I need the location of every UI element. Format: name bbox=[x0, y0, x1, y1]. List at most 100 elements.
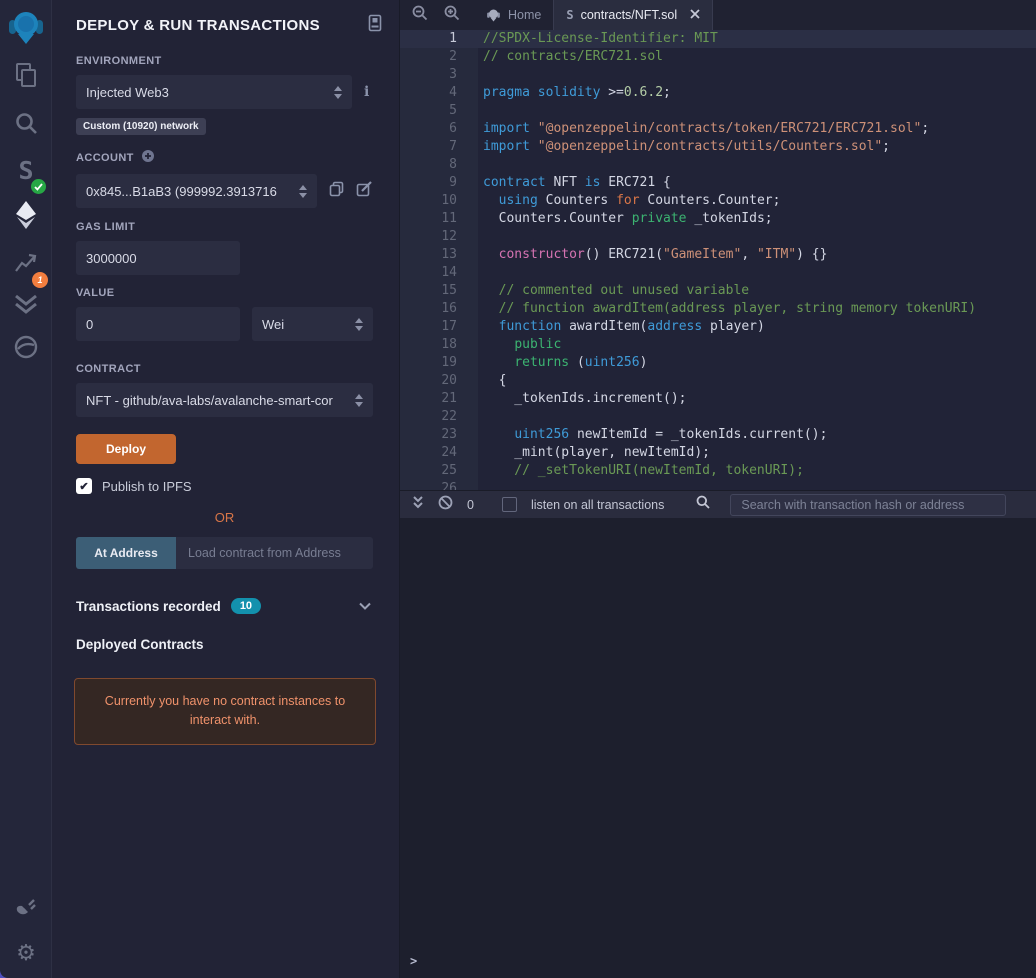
code-line[interactable]: 18 public bbox=[400, 336, 1036, 354]
code-line[interactable]: 8 bbox=[400, 156, 1036, 174]
solidity-compiler-icon[interactable]: S bbox=[0, 150, 52, 194]
line-number: 11 bbox=[400, 210, 478, 228]
line-number: 22 bbox=[400, 408, 478, 426]
contract-label: CONTRACT bbox=[76, 363, 141, 375]
code-line[interactable]: 22 bbox=[400, 408, 1036, 426]
code-line[interactable]: 24 _mint(player, newItemId); bbox=[400, 444, 1036, 462]
code-line[interactable]: 20 { bbox=[400, 372, 1036, 390]
collapse-terminal-icon[interactable] bbox=[412, 495, 424, 514]
deployed-contracts-label: Deployed Contracts bbox=[76, 637, 204, 652]
create-account-plus-icon[interactable] bbox=[141, 149, 155, 166]
value-input[interactable] bbox=[76, 307, 240, 341]
edit-account-icon[interactable] bbox=[356, 180, 373, 202]
code-line[interactable]: 7 import "@openzeppelin/contracts/utils/C… bbox=[400, 138, 1036, 156]
code-line[interactable]: 1 //SPDX-License-Identifier: MIT bbox=[400, 30, 1036, 48]
account-label: ACCOUNT bbox=[76, 151, 134, 164]
line-number: 20 bbox=[400, 372, 478, 390]
plugin-analytics-icon[interactable]: 1 bbox=[0, 244, 52, 288]
code-line[interactable]: 6 import "@openzeppelin/contracts/token/E… bbox=[400, 120, 1036, 138]
line-number: 15 bbox=[400, 282, 478, 300]
line-number: 10 bbox=[400, 192, 478, 210]
zoom-in-icon[interactable] bbox=[444, 5, 460, 26]
publish-ipfs-label: Publish to IPFS bbox=[102, 478, 192, 494]
main-area: Home S contracts/NFT.sol 1 //SPDX-License… bbox=[400, 0, 1036, 978]
search-plugin-icon[interactable] bbox=[0, 108, 52, 138]
line-number: 3 bbox=[400, 66, 478, 84]
unit-testing-icon[interactable] bbox=[0, 288, 52, 318]
contract-select[interactable]: NFT - github/ava-labs/avalanche-smart-co… bbox=[76, 383, 373, 417]
code-line[interactable]: 3 bbox=[400, 66, 1036, 84]
code-line[interactable]: 17 function awardItem(address player) bbox=[400, 318, 1036, 336]
documentation-book-icon[interactable] bbox=[367, 14, 383, 37]
clear-console-icon[interactable] bbox=[438, 495, 453, 515]
line-number: 2 bbox=[400, 48, 478, 66]
environment-info-icon[interactable]: i bbox=[364, 84, 369, 100]
code-line[interactable]: 2 // contracts/ERC721.sol bbox=[400, 48, 1036, 66]
line-number: 25 bbox=[400, 462, 478, 480]
settings-gear-icon[interactable]: ⚙ bbox=[0, 938, 52, 968]
chevron-down-icon[interactable] bbox=[359, 597, 371, 615]
panel-title: DEPLOY & RUN TRANSACTIONS bbox=[76, 17, 320, 34]
file-explorer-icon[interactable] bbox=[0, 60, 52, 90]
rail-corner bbox=[0, 970, 52, 978]
terminal-toolbar: 0 listen on all transactions bbox=[400, 490, 1036, 518]
line-number: 14 bbox=[400, 264, 478, 282]
code-line[interactable]: 5 bbox=[400, 102, 1036, 120]
code-line[interactable]: 19 returns (uint256) bbox=[400, 354, 1036, 372]
select-arrows-icon bbox=[355, 393, 363, 407]
transactions-recorded-label: Transactions recorded bbox=[76, 598, 221, 614]
code-line[interactable]: 23 uint256 newItemId = _tokenIds.current… bbox=[400, 426, 1036, 444]
debugger-icon[interactable] bbox=[0, 332, 52, 362]
code-line[interactable]: 10 using Counters for Counters.Counter; bbox=[400, 192, 1036, 210]
copy-account-icon[interactable] bbox=[329, 181, 344, 202]
tab-home[interactable]: Home bbox=[474, 0, 553, 30]
code-line[interactable]: 12 bbox=[400, 228, 1036, 246]
terminal-output[interactable]: > bbox=[400, 518, 1036, 978]
line-number: 6 bbox=[400, 120, 478, 138]
code-line[interactable]: 16 // function awardItem(address player,… bbox=[400, 300, 1036, 318]
code-line[interactable]: 25 // _setTokenURI(newItemId, tokenURI); bbox=[400, 462, 1036, 480]
environment-label: ENVIRONMENT bbox=[76, 55, 162, 67]
line-number: 12 bbox=[400, 228, 478, 246]
gas-limit-input[interactable] bbox=[76, 241, 240, 275]
deploy-run-icon[interactable] bbox=[0, 198, 52, 232]
code-line[interactable]: 14 bbox=[400, 264, 1036, 282]
remix-logo-icon[interactable] bbox=[0, 6, 52, 50]
code-line[interactable]: 9 contract NFT is ERC721 { bbox=[400, 174, 1036, 192]
listen-transactions-checkbox[interactable] bbox=[501, 497, 517, 512]
value-unit-select[interactable]: Wei bbox=[252, 307, 373, 341]
zoom-out-icon[interactable] bbox=[412, 5, 428, 26]
tab-contracts-nft-sol[interactable]: S contracts/NFT.sol bbox=[553, 0, 714, 30]
code-text: uint256 newItemId = _tokenIds.current(); bbox=[514, 427, 828, 442]
close-tab-icon[interactable] bbox=[690, 8, 700, 22]
gas-limit-label: GAS LIMIT bbox=[76, 221, 136, 233]
value-label: VALUE bbox=[76, 287, 115, 299]
account-select[interactable]: 0x845...B1aB3 (999992.3913716 bbox=[76, 174, 317, 208]
notification-badge: 1 bbox=[32, 272, 48, 288]
at-address-button[interactable]: At Address bbox=[76, 537, 176, 569]
code-line[interactable]: 26 bbox=[400, 480, 1036, 490]
code-text: { bbox=[483, 373, 507, 388]
line-number: 9 bbox=[400, 174, 478, 192]
at-address-input[interactable] bbox=[176, 537, 373, 569]
publish-ipfs-checkbox[interactable]: ✔ bbox=[76, 478, 92, 494]
code-text: //SPDX-License-Identifier: MIT bbox=[483, 31, 718, 46]
code-line[interactable]: 21 _tokenIds.increment(); bbox=[400, 390, 1036, 408]
code-line[interactable]: 13 constructor() ERC721("GameItem", "ITM… bbox=[400, 246, 1036, 264]
code-line[interactable]: 4 pragma solidity >=0.6.2; bbox=[400, 84, 1036, 102]
code-editor[interactable]: 1 //SPDX-License-Identifier: MIT 2 // contr… bbox=[400, 30, 1036, 490]
code-text: constructor() ERC721("GameItem", "ITM") … bbox=[498, 247, 828, 262]
line-number: 16 bbox=[400, 300, 478, 318]
code-line[interactable]: 15 // commented out unused variable bbox=[400, 282, 1036, 300]
code-line[interactable]: 11 Counters.Counter private _tokenIds; bbox=[400, 210, 1036, 228]
line-number: 18 bbox=[400, 336, 478, 354]
environment-select[interactable]: Injected Web3 bbox=[76, 75, 352, 109]
deploy-button[interactable]: Deploy bbox=[76, 434, 176, 464]
plugin-manager-icon[interactable] bbox=[0, 893, 52, 923]
code-text: pragma solidity >=0.6.2; bbox=[483, 85, 671, 100]
terminal-search-input[interactable] bbox=[730, 493, 1007, 516]
